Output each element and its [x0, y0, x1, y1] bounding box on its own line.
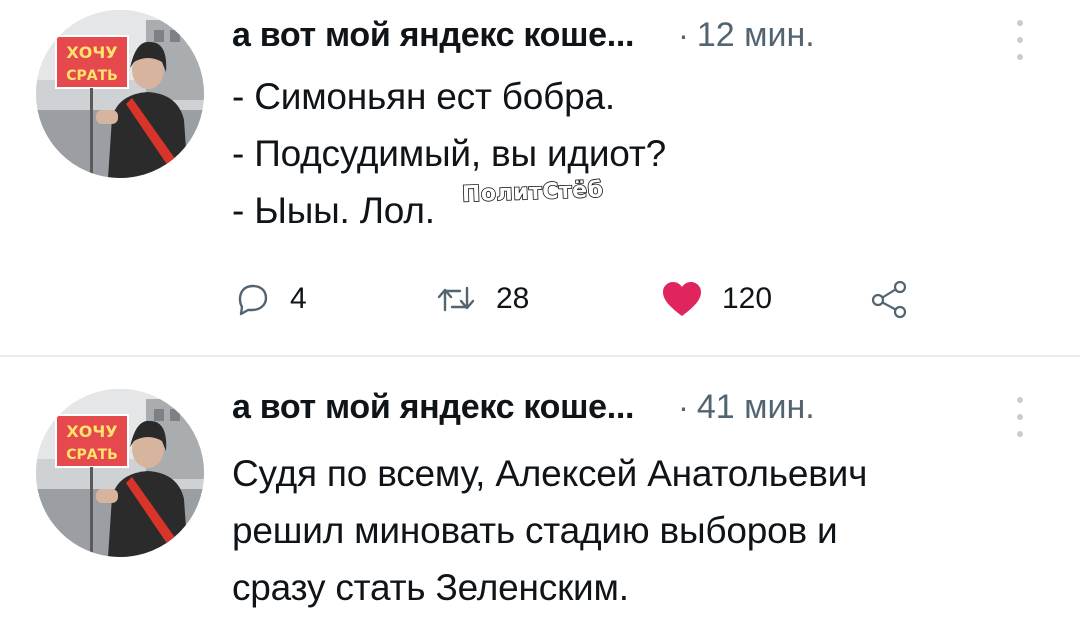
author-name[interactable]: а вот мой яндекс коше...	[232, 388, 634, 427]
avatar[interactable]: ХОЧУ СРАТЬ	[36, 389, 204, 557]
heart-icon	[663, 282, 701, 316]
svg-text:ХОЧУ: ХОЧУ	[66, 43, 117, 62]
retweet-count: 28	[496, 282, 530, 315]
reply-button[interactable]: 4	[232, 277, 307, 321]
avatar-photo: ХОЧУ СРАТЬ	[36, 389, 204, 557]
timestamp[interactable]: 12 мин.	[697, 16, 815, 55]
retweet-button[interactable]: 28	[434, 277, 529, 321]
avatar[interactable]: ХОЧУ СРАТЬ	[36, 10, 204, 178]
tweet-text: - Симоньян ест бобра. - Подсудимый, вы и…	[232, 76, 666, 231]
more-vertical-icon[interactable]	[1014, 397, 1026, 437]
retweet-icon	[437, 286, 475, 312]
like-count: 120	[722, 282, 773, 315]
reply-count: 4	[290, 282, 307, 315]
timestamp[interactable]: 41 мин.	[697, 388, 815, 427]
reply-icon	[238, 284, 268, 316]
more-vertical-icon[interactable]	[1014, 20, 1026, 60]
like-button[interactable]: 120	[660, 277, 772, 321]
watermark: ПолитСтёб	[461, 177, 605, 209]
author-name[interactable]: а вот мой яндекс коше...	[232, 16, 634, 55]
tweet-header: а вот мой яндекс коше... · 41 мин.	[232, 388, 815, 432]
share-button[interactable]	[868, 277, 912, 321]
svg-text:ХОЧУ: ХОЧУ	[66, 422, 117, 441]
separator: ·	[678, 389, 689, 425]
svg-text:СРАТЬ: СРАТЬ	[66, 68, 118, 84]
avatar-photo: ХОЧУ СРАТЬ	[36, 10, 204, 178]
tweet[interactable]: ХОЧУ СРАТЬ а вот мой яндекс коше... · 12…	[0, 0, 1080, 356]
tweet-text: Судя по всему, Алексей Анатольевич решил…	[232, 453, 868, 608]
tweet-header: а вот мой яндекс коше... · 12 мин.	[232, 16, 815, 60]
tweet[interactable]: ХОЧУ СРАТЬ а вот мой яндекс коше... · 41…	[0, 357, 1080, 634]
svg-text:СРАТЬ: СРАТЬ	[66, 447, 118, 463]
separator: ·	[678, 17, 689, 53]
share-icon	[871, 280, 907, 319]
